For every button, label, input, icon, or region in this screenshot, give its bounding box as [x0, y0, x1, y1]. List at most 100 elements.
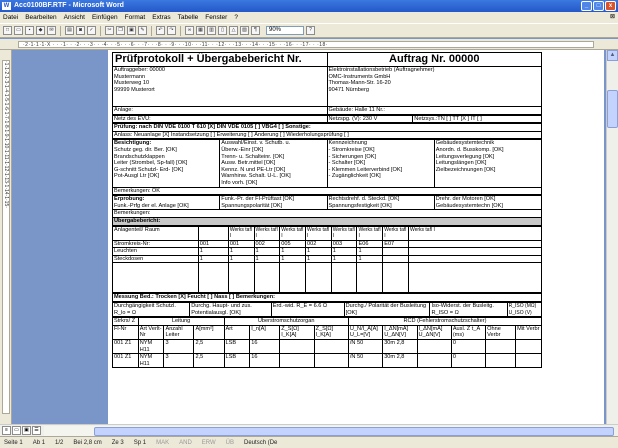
print-layout-icon[interactable]: ▣: [22, 426, 31, 435]
menu-format[interactable]: Format: [125, 14, 146, 21]
undo-icon[interactable]: ↶: [156, 26, 165, 35]
netz-evu-field[interactable]: Netz des EVU:: [112, 114, 328, 124]
durchg-haupt[interactable]: Durchg. Haupt- und zus. Potentialausgl. …: [189, 302, 272, 318]
meas-cell[interactable]: [515, 353, 542, 369]
hyperlink-icon[interactable]: ∞: [185, 26, 194, 35]
meas-cell[interactable]: [485, 353, 517, 369]
anlass-row[interactable]: Anlass: Neuanlage [X] Instandsetzung [ ]…: [112, 130, 542, 140]
anlage-field[interactable]: Anlage:: [112, 106, 328, 115]
status-trk[interactable]: AND: [179, 440, 192, 446]
check-item[interactable]: Zielbezeichnungen [OK]: [436, 167, 540, 174]
leuchten-cell[interactable]: 1: [253, 247, 281, 256]
horizontal-scroll-thumb[interactable]: [94, 427, 614, 436]
leuchten-cell[interactable]: 1: [279, 247, 307, 256]
check-item[interactable]: Leitungslängen [OK]: [436, 160, 540, 167]
meas-cell[interactable]: 2,5: [193, 339, 225, 355]
status-ovr[interactable]: ÜB: [226, 440, 234, 446]
menu-ansicht[interactable]: Ansicht: [64, 14, 85, 21]
meas-cell[interactable]: 3: [163, 339, 195, 355]
werks-cell[interactable]: Werks tafl I: [227, 225, 255, 241]
meas-cell[interactable]: 0: [450, 339, 487, 355]
paste-icon[interactable]: ▣: [127, 26, 136, 35]
messung-row[interactable]: Messung Bed.: Trocken [X] Feucht [ ] Nas…: [112, 293, 542, 303]
check-item[interactable]: Gebäudesystemtechn [OK]: [436, 203, 540, 209]
werks-cell[interactable]: Werks tafl I: [356, 225, 384, 241]
drawing-icon[interactable]: △: [229, 26, 238, 35]
document-map-icon[interactable]: ▧: [240, 26, 249, 35]
pruefung-row[interactable]: Prüfung: nach DIN VDE 0100 T 610 [X] DIN…: [112, 123, 542, 132]
word-app-icon[interactable]: W: [2, 2, 11, 10]
new-doc-icon[interactable]: □: [3, 26, 12, 35]
building-field[interactable]: Gebäude: Halle 11 Nr.:: [326, 106, 542, 115]
vertical-scrollbar[interactable]: ▲: [606, 50, 618, 424]
menu-help[interactable]: ?: [234, 14, 238, 21]
meas-cell[interactable]: [416, 353, 452, 369]
werks-cell[interactable]: Werks tafl I: [330, 225, 358, 241]
contractor-block[interactable]: Elektroinstallationsbetrieb (Auftragnehm…: [326, 66, 542, 107]
erdwid-field[interactable]: Erd.-wid. R_E = 6.6 Ω: [270, 302, 345, 318]
check-item[interactable]: - Sicherungen [OK]: [329, 154, 433, 161]
stromkreis-cell[interactable]: E07: [382, 239, 409, 249]
iso-field[interactable]: Iso-Widerst. der Busleitg. R_ISO = Ω: [429, 302, 508, 318]
meas-cell[interactable]: 16: [249, 339, 281, 355]
vertical-ruler[interactable]: ·1·1·2·1·3·1·4·1·5·1·6·1·7·1·8·1·9·1·10·…: [0, 50, 12, 424]
status-ext[interactable]: ERW: [202, 440, 216, 446]
steckdosen-cell[interactable]: 1: [227, 254, 255, 264]
check-item[interactable]: Kennz. N und PE-Ltr [OK]: [221, 167, 325, 174]
stromkreis-cell[interactable]: 005: [279, 239, 307, 249]
meas-cell[interactable]: 30m 2,8: [382, 339, 418, 355]
steckdosen-empty[interactable]: [382, 254, 409, 264]
meas-cell[interactable]: LSB: [223, 353, 251, 369]
status-rec[interactable]: MAK: [156, 440, 169, 446]
steckdosen-cell[interactable]: 1: [279, 254, 307, 264]
check-item[interactable]: Leiter (Strombel, Sp-fall) [OK]: [114, 160, 218, 167]
leuchten-empty[interactable]: [407, 247, 543, 256]
bemerkungen-row[interactable]: Bemerkungen:: [112, 209, 542, 218]
bemerkung-ok-row[interactable]: Bemerkungen: OK: [112, 186, 542, 196]
web-view-icon[interactable]: ▭: [12, 426, 21, 435]
check-item[interactable]: - Klemmen Leiterverbind [OK]: [329, 167, 433, 174]
stromkreis-cell[interactable]: 001: [227, 239, 255, 249]
horizontal-scrollbar[interactable]: ≡ ▭ ▣ ☰: [0, 424, 618, 436]
meas-cell[interactable]: 16: [249, 353, 281, 369]
check-item[interactable]: Info vorh. [OK]: [221, 180, 325, 186]
check-item[interactable]: Warnhinw. Schalt. U-L. [OK]: [221, 173, 325, 180]
meas-cell[interactable]: [485, 339, 517, 355]
close-button[interactable]: x: [605, 1, 616, 11]
steckdosen-cell[interactable]: 1: [253, 254, 281, 264]
netzspg-field[interactable]: Netzspg. (V): 230 V: [326, 114, 414, 124]
check-item[interactable]: - Schalter [OK]: [329, 160, 433, 167]
meas-row[interactable]: 001 Z1 NYM H11 3 2,5 LSB 16 /N 50 30m 2,…: [112, 353, 542, 369]
show-formatting-icon[interactable]: ¶: [251, 26, 260, 35]
stromkreis-cell[interactable]: 002: [305, 239, 332, 249]
meas-row[interactable]: 001 Z1 NYM H11 3 2,5 LSB 16 /N 50 30m 2,…: [112, 339, 542, 355]
steckdosen-cell[interactable]: 1: [305, 254, 332, 264]
minimize-button[interactable]: _: [581, 1, 592, 11]
empty-row[interactable]: [112, 262, 199, 294]
format-painter-icon[interactable]: ✎: [138, 26, 147, 35]
steckdosen-cell[interactable]: 1: [197, 254, 229, 264]
redo-icon[interactable]: ↷: [167, 26, 176, 35]
meas-cell[interactable]: 0: [450, 353, 487, 369]
leuchten-cell[interactable]: 1: [356, 247, 384, 256]
steckdosen-empty[interactable]: [407, 254, 543, 264]
permission-icon[interactable]: ◆: [36, 26, 45, 35]
stromkreis-cell[interactable]: 002: [253, 239, 281, 249]
werks-cell[interactable]: Werks tafl I: [382, 225, 409, 241]
horizontal-ruler[interactable]: ·2·1·1·1·X · · ·1· · ·2· · ·3· · ·4· · ·…: [0, 39, 618, 50]
meas-cell[interactable]: [416, 339, 452, 355]
normal-view-icon[interactable]: ≡: [2, 426, 11, 435]
close-doc-icon[interactable]: ⊠: [610, 13, 615, 20]
werks-cell[interactable]: Werks tafl I: [407, 225, 543, 241]
check-item[interactable]: Rechtsdrehf. d. Steckd. [OK]: [329, 197, 433, 203]
meas-cell[interactable]: 2,5: [193, 353, 225, 369]
help-icon[interactable]: ?: [306, 26, 315, 35]
werks-empty[interactable]: [197, 225, 229, 241]
check-item[interactable]: Leitungsverlegung [OK]: [436, 154, 540, 161]
check-item[interactable]: Kennzeichnung: [329, 141, 433, 147]
werks-cell[interactable]: Werks tafl I: [279, 225, 307, 241]
check-item[interactable]: Spannungspolarität [OK]: [221, 203, 325, 209]
check-item[interactable]: Spannungsfestigkeit [OK]: [329, 203, 433, 209]
client-block[interactable]: Auftraggeber: 00000 Mustermann Musterweg…: [112, 66, 328, 107]
meas-cell[interactable]: LSB: [223, 339, 251, 355]
